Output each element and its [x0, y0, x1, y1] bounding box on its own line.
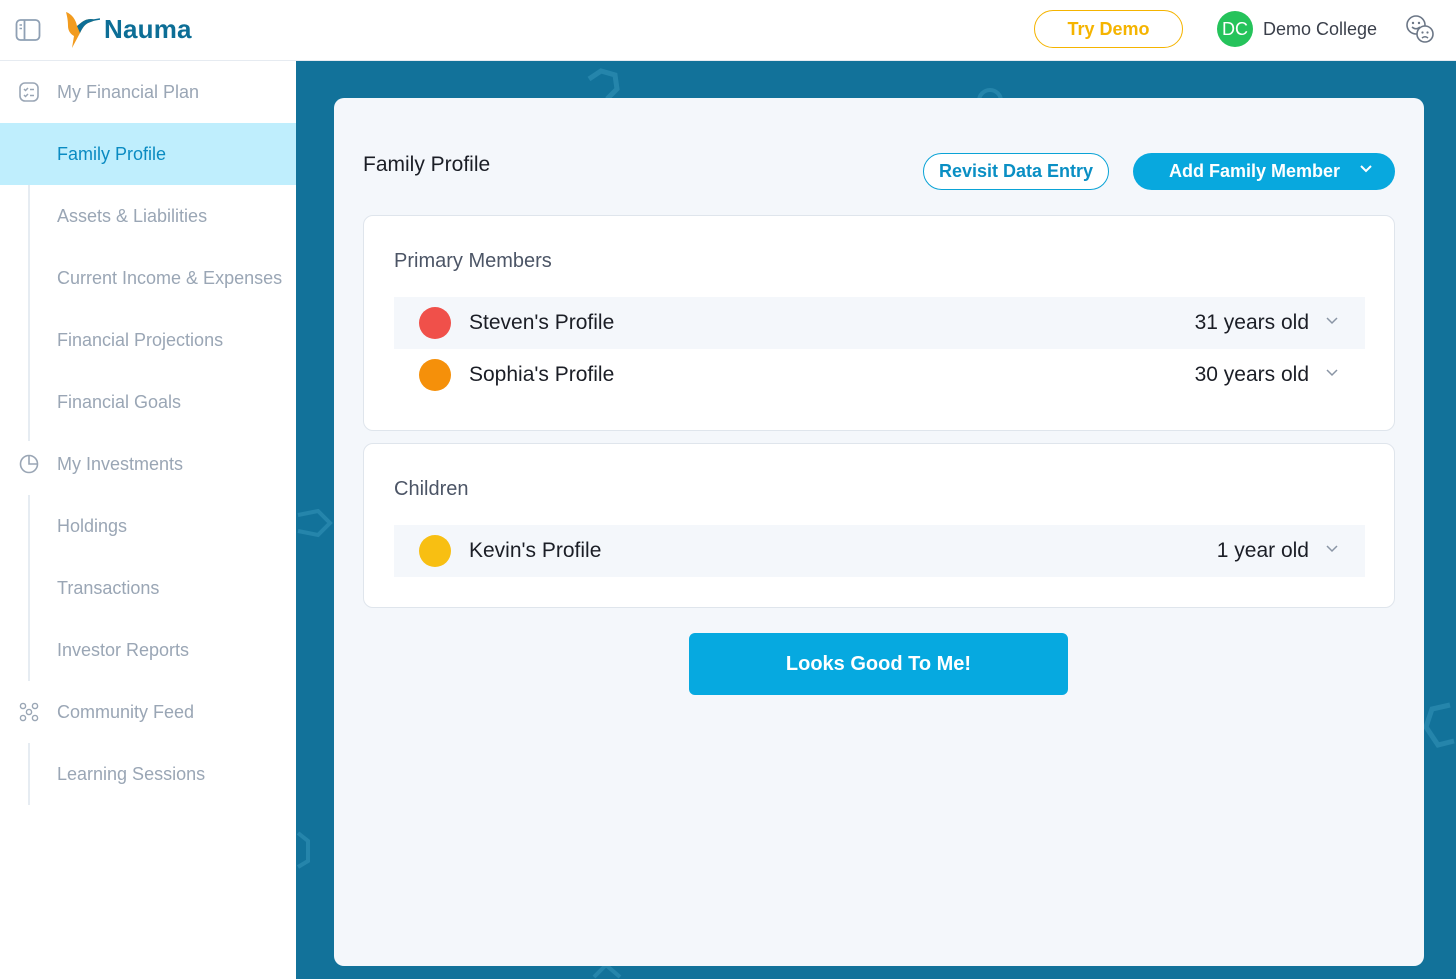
member-color-dot: [419, 307, 451, 339]
sidebar-section-label: Community Feed: [57, 701, 195, 722]
sidebar-item-label: Assets & Liabilities: [57, 205, 208, 226]
member-age: 30 years old: [1194, 363, 1309, 386]
sidebar-section-label: My Investments: [57, 453, 184, 474]
sidebar-item-assets-liabilities[interactable]: Assets & Liabilities: [0, 185, 296, 247]
add-family-member-label: Add Family Member: [1169, 161, 1341, 181]
hummingbird-logo-icon: [66, 12, 100, 48]
sidebar-toggle-icon[interactable]: [15, 17, 41, 43]
primary-members-panel: Primary Members Steven's Profile 31 year…: [363, 215, 1395, 431]
pie-chart-icon: [19, 454, 39, 474]
sidebar-item-label: Holdings: [57, 515, 128, 536]
sidebar-item-financial-projections[interactable]: Financial Projections: [0, 309, 296, 371]
sidebar-item-label: Learning Sessions: [57, 763, 206, 784]
member-name: Steven's Profile: [469, 311, 615, 334]
sidebar-item-holdings[interactable]: Holdings: [0, 495, 296, 557]
member-row-kevin[interactable]: Kevin's Profile 1 year old: [394, 525, 1365, 577]
sidebar-section-label: My Financial Plan: [57, 81, 200, 102]
main-content: Family Profile Revisit Data Entry Add Fa…: [296, 61, 1456, 979]
member-row-sophia[interactable]: Sophia's Profile 30 years old: [394, 349, 1365, 401]
try-demo-button[interactable]: Try Demo: [1034, 10, 1183, 48]
app-name: Nauma: [104, 13, 192, 44]
member-age: 1 year old: [1216, 539, 1309, 562]
sidebar-item-label: Investor Reports: [57, 639, 190, 660]
sidebar-item-transactions[interactable]: Transactions: [0, 557, 296, 619]
sidebar-item-current-income-expenses[interactable]: Current Income & Expenses: [0, 247, 296, 309]
sidebar-item-label: Financial Projections: [57, 329, 224, 350]
section-title: Children: [394, 478, 469, 500]
chevron-down-icon[interactable]: [1325, 544, 1339, 554]
sidebar-item-family-profile[interactable]: Family Profile: [0, 123, 296, 185]
sidebar-section-my-investments[interactable]: My Investments: [0, 433, 296, 495]
sidebar-item-learning-sessions[interactable]: Learning Sessions: [0, 743, 296, 805]
member-color-dot: [419, 535, 451, 567]
background-shape-icon: [296, 831, 310, 869]
chevron-down-icon: [1360, 165, 1372, 173]
looks-good-button[interactable]: Looks Good To Me!: [689, 633, 1068, 695]
member-name: Kevin's Profile: [469, 539, 602, 562]
sidebar: My Financial Plan Family Profile Assets …: [0, 61, 296, 979]
sidebar-item-investor-reports[interactable]: Investor Reports: [0, 619, 296, 681]
sidebar-item-label: Financial Goals: [57, 391, 182, 412]
top-bar: Nauma Try Demo DC Demo College: [0, 0, 1456, 61]
background-shape-icon: [297, 509, 333, 538]
sidebar-section-community-feed[interactable]: Community Feed: [0, 681, 296, 743]
checklist-icon: [19, 82, 39, 102]
sidebar-item-financial-goals[interactable]: Financial Goals: [0, 371, 296, 433]
background-hexagon-icon: [1423, 702, 1455, 748]
section-title: Primary Members: [394, 250, 552, 272]
member-row-steven[interactable]: Steven's Profile 31 years old: [394, 297, 1365, 349]
family-profile-card: Family Profile Revisit Data Entry Add Fa…: [334, 98, 1424, 966]
sidebar-section-my-financial-plan[interactable]: My Financial Plan: [0, 61, 296, 123]
children-panel: Children Kevin's Profile 1 year old: [363, 443, 1395, 608]
member-name: Sophia's Profile: [469, 363, 615, 386]
app-logo[interactable]: Nauma: [60, 8, 192, 50]
page-title: Family Profile: [363, 153, 491, 176]
avatar: DC: [1217, 11, 1253, 47]
chevron-down-icon[interactable]: [1325, 368, 1339, 378]
sidebar-item-label: Family Profile: [57, 143, 167, 164]
member-color-dot: [419, 359, 451, 391]
account-name: Demo College: [1263, 18, 1378, 39]
chevron-down-icon[interactable]: [1325, 316, 1339, 326]
revisit-data-entry-button[interactable]: Revisit Data Entry: [923, 153, 1109, 190]
community-icon: [19, 702, 39, 722]
add-family-member-button[interactable]: Add Family Member: [1133, 153, 1395, 190]
sidebar-item-label: Current Income & Expenses: [57, 267, 283, 288]
account-menu[interactable]: DC Demo College: [1217, 11, 1377, 47]
sidebar-item-label: Transactions: [57, 577, 160, 598]
feedback-faces-icon[interactable]: [1404, 13, 1436, 45]
member-age: 31 years old: [1194, 311, 1309, 334]
